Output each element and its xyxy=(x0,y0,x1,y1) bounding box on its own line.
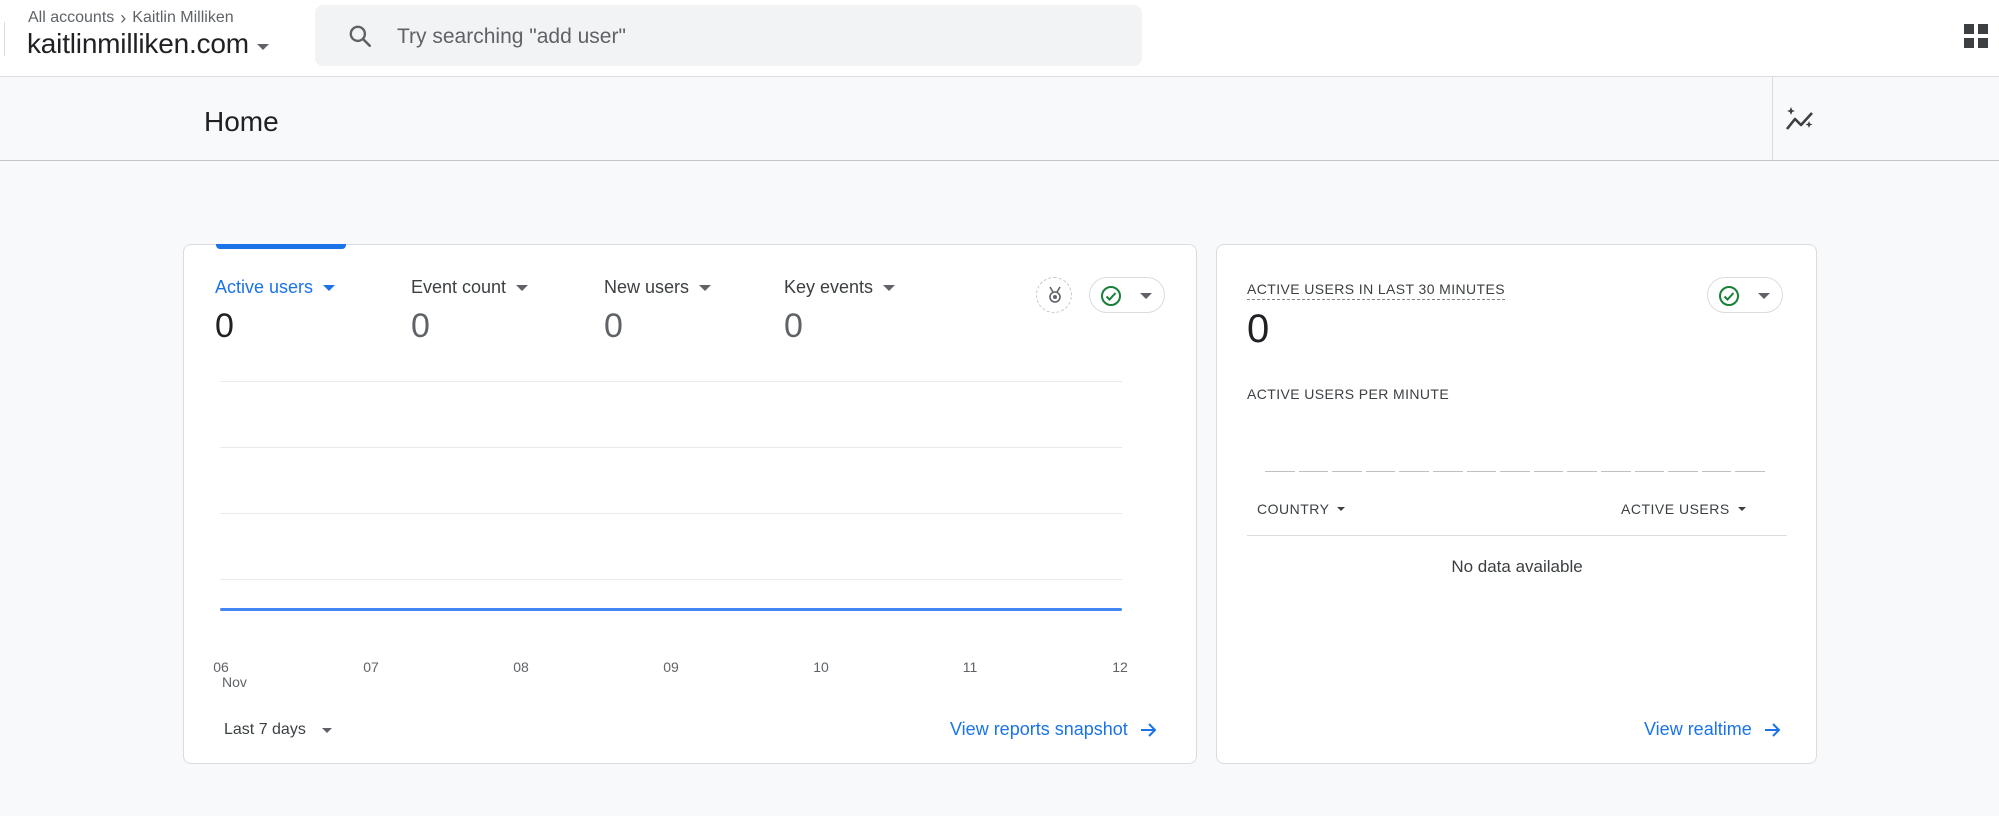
metric-event-count[interactable]: Event count 0 xyxy=(411,277,529,346)
property-selector[interactable]: kaitlinmilliken.com xyxy=(27,28,269,60)
search-bar[interactable]: Try searching "add user" xyxy=(315,5,1142,66)
metric-value: 0 xyxy=(411,307,430,345)
selected-metric-indicator xyxy=(216,244,346,249)
caret-down-icon xyxy=(1758,293,1770,299)
metric-label: Active users xyxy=(215,277,314,297)
x-tick-label: 08 xyxy=(513,659,529,675)
data-quality-button[interactable] xyxy=(1707,277,1783,313)
metric-key-events[interactable]: Key events 0 xyxy=(784,277,896,346)
divider xyxy=(4,22,5,56)
x-tick-label: 09 xyxy=(663,659,679,675)
line-chart xyxy=(220,381,1122,611)
metric-value: 0 xyxy=(215,307,234,345)
metric-new-users[interactable]: New users 0 xyxy=(604,277,712,346)
column-header-active-users[interactable]: ACTIVE USERS xyxy=(1621,501,1746,517)
apps-grid-icon[interactable] xyxy=(1964,24,1988,48)
realtime-subtitle: ACTIVE USERS PER MINUTE xyxy=(1247,386,1450,402)
page-header: Home xyxy=(0,77,1999,161)
realtime-value: 0 xyxy=(1247,307,1270,351)
column-label: ACTIVE USERS xyxy=(1621,501,1730,517)
date-range-selector[interactable]: Last 7 days xyxy=(224,721,332,739)
caret-down-icon xyxy=(321,727,332,733)
x-tick-label: 11 xyxy=(962,659,978,675)
overview-card: Active users 0 Event count 0 New users 0… xyxy=(183,244,1197,764)
caret-down-icon xyxy=(1140,293,1152,299)
badge-button[interactable] xyxy=(1036,277,1072,313)
x-tick-label: 10 xyxy=(813,659,829,675)
breadcrumb-property[interactable]: Kaitlin Milliken xyxy=(132,9,233,27)
caret-down-icon xyxy=(1737,507,1746,511)
ribbon-icon xyxy=(1049,286,1061,303)
x-tick-month: Nov xyxy=(222,674,247,690)
realtime-card: ACTIVE USERS IN LAST 30 MINUTES 0 ACTIVE… xyxy=(1216,244,1817,764)
caret-down-icon xyxy=(323,284,336,291)
date-range-label: Last 7 days xyxy=(224,721,306,738)
metric-active-users[interactable]: Active users 0 xyxy=(215,277,336,346)
caret-down-icon xyxy=(883,284,896,291)
series-line-active-users xyxy=(220,608,1122,611)
realtime-title[interactable]: ACTIVE USERS IN LAST 30 MINUTES xyxy=(1247,281,1505,300)
insights-panel-toggle[interactable] xyxy=(1772,77,1999,160)
gridline xyxy=(220,381,1122,382)
check-circle-icon xyxy=(1101,286,1121,306)
insights-icon xyxy=(1785,107,1813,130)
gridline xyxy=(220,447,1122,448)
caret-down-icon xyxy=(1337,507,1346,511)
divider xyxy=(1247,535,1787,536)
chevron-right-icon: › xyxy=(120,8,127,28)
search-input[interactable]: Try searching "add user" xyxy=(397,25,626,49)
breadcrumb-account[interactable]: All accounts xyxy=(28,9,114,27)
link-label: View reports snapshot xyxy=(950,719,1128,739)
data-quality-button[interactable] xyxy=(1089,277,1165,313)
arrow-right-icon xyxy=(1764,722,1781,737)
caret-down-icon xyxy=(516,284,529,291)
metric-label: Key events xyxy=(784,277,874,297)
metric-label: New users xyxy=(604,277,690,297)
page-title: Home xyxy=(204,106,279,137)
view-reports-snapshot-link[interactable]: View reports snapshot xyxy=(950,719,1158,740)
metric-label: Event count xyxy=(411,277,507,297)
breadcrumb[interactable]: All accounts › Kaitlin Milliken xyxy=(28,9,234,27)
property-name: kaitlinmilliken.com xyxy=(27,28,249,59)
check-circle-icon xyxy=(1719,286,1739,306)
column-header-country[interactable]: COUNTRY xyxy=(1257,501,1346,517)
link-label: View realtime xyxy=(1644,719,1752,739)
per-minute-bars xyxy=(1265,471,1765,473)
gridline xyxy=(220,513,1122,514)
empty-state: No data available xyxy=(1451,557,1583,576)
top-bar: All accounts › Kaitlin Milliken kaitlinm… xyxy=(0,0,1999,77)
metric-value: 0 xyxy=(784,307,803,345)
caret-down-icon xyxy=(256,44,269,50)
x-tick-label: 12 xyxy=(1112,659,1128,675)
column-label: COUNTRY xyxy=(1257,501,1330,517)
x-tick-label: 07 xyxy=(363,659,379,675)
metric-value: 0 xyxy=(604,307,623,345)
x-tick-label: 06 xyxy=(213,659,229,675)
search-icon xyxy=(349,25,372,48)
view-realtime-link[interactable]: View realtime xyxy=(1644,719,1782,740)
gridline xyxy=(220,579,1122,580)
arrow-right-icon xyxy=(1140,722,1157,737)
caret-down-icon xyxy=(699,284,712,291)
